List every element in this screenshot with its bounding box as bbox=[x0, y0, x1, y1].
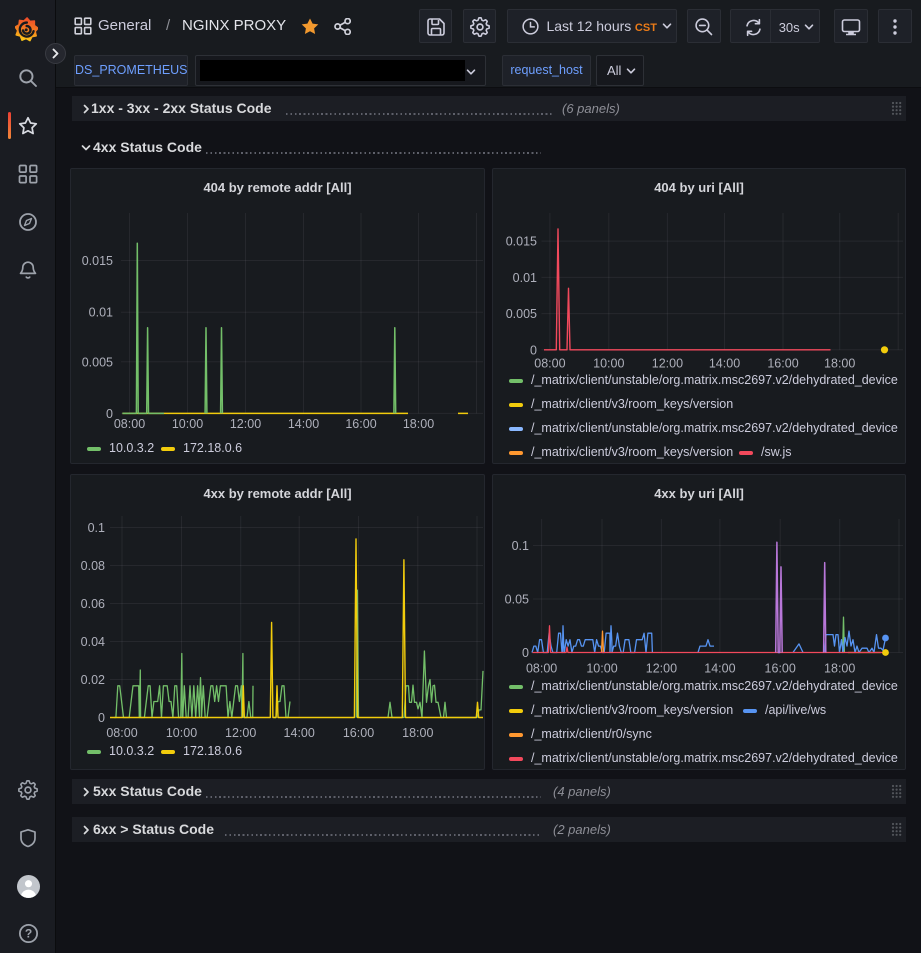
svg-text:0: 0 bbox=[98, 711, 105, 725]
svg-text:12:00: 12:00 bbox=[225, 726, 256, 740]
svg-text:0.1: 0.1 bbox=[88, 521, 105, 535]
svg-text:18:00: 18:00 bbox=[824, 357, 855, 371]
svg-text:16:00: 16:00 bbox=[343, 726, 374, 740]
svg-text:?: ? bbox=[24, 926, 31, 940]
svg-text:0.01: 0.01 bbox=[513, 271, 537, 285]
svg-text:16:00: 16:00 bbox=[765, 661, 796, 675]
svg-text:08:00: 08:00 bbox=[114, 417, 145, 431]
svg-text:12:00: 12:00 bbox=[646, 661, 677, 675]
svg-text:10:00: 10:00 bbox=[593, 357, 624, 371]
svg-text:08:00: 08:00 bbox=[526, 661, 557, 675]
svg-text:10:00: 10:00 bbox=[586, 661, 617, 675]
svg-text:0: 0 bbox=[522, 646, 529, 660]
svg-text:0.02: 0.02 bbox=[81, 673, 105, 687]
svg-text:14:00: 14:00 bbox=[288, 417, 319, 431]
svg-text:0: 0 bbox=[106, 407, 113, 421]
svg-text:08:00: 08:00 bbox=[106, 726, 137, 740]
svg-text:0.04: 0.04 bbox=[81, 635, 105, 649]
svg-text:14:00: 14:00 bbox=[704, 661, 735, 675]
svg-text:0.015: 0.015 bbox=[82, 254, 113, 268]
svg-text:10:00: 10:00 bbox=[166, 726, 197, 740]
svg-text:0.005: 0.005 bbox=[82, 355, 113, 369]
svg-text:12:00: 12:00 bbox=[652, 357, 683, 371]
svg-text:10:00: 10:00 bbox=[172, 417, 203, 431]
svg-text:0.005: 0.005 bbox=[506, 307, 537, 321]
svg-text:18:00: 18:00 bbox=[402, 726, 433, 740]
svg-text:0.015: 0.015 bbox=[506, 235, 537, 249]
svg-text:0.05: 0.05 bbox=[505, 593, 529, 607]
svg-text:14:00: 14:00 bbox=[709, 357, 740, 371]
svg-text:12:00: 12:00 bbox=[230, 417, 261, 431]
svg-text:0.01: 0.01 bbox=[89, 306, 113, 320]
svg-text:14:00: 14:00 bbox=[284, 726, 315, 740]
svg-text:08:00: 08:00 bbox=[534, 357, 565, 371]
svg-text:16:00: 16:00 bbox=[767, 357, 798, 371]
svg-text:18:00: 18:00 bbox=[403, 417, 434, 431]
svg-text:0.1: 0.1 bbox=[512, 539, 529, 553]
svg-text:0: 0 bbox=[530, 343, 537, 357]
svg-text:18:00: 18:00 bbox=[824, 661, 855, 675]
svg-text:0.08: 0.08 bbox=[81, 559, 105, 573]
svg-text:0.06: 0.06 bbox=[81, 597, 105, 611]
svg-text:16:00: 16:00 bbox=[345, 417, 376, 431]
